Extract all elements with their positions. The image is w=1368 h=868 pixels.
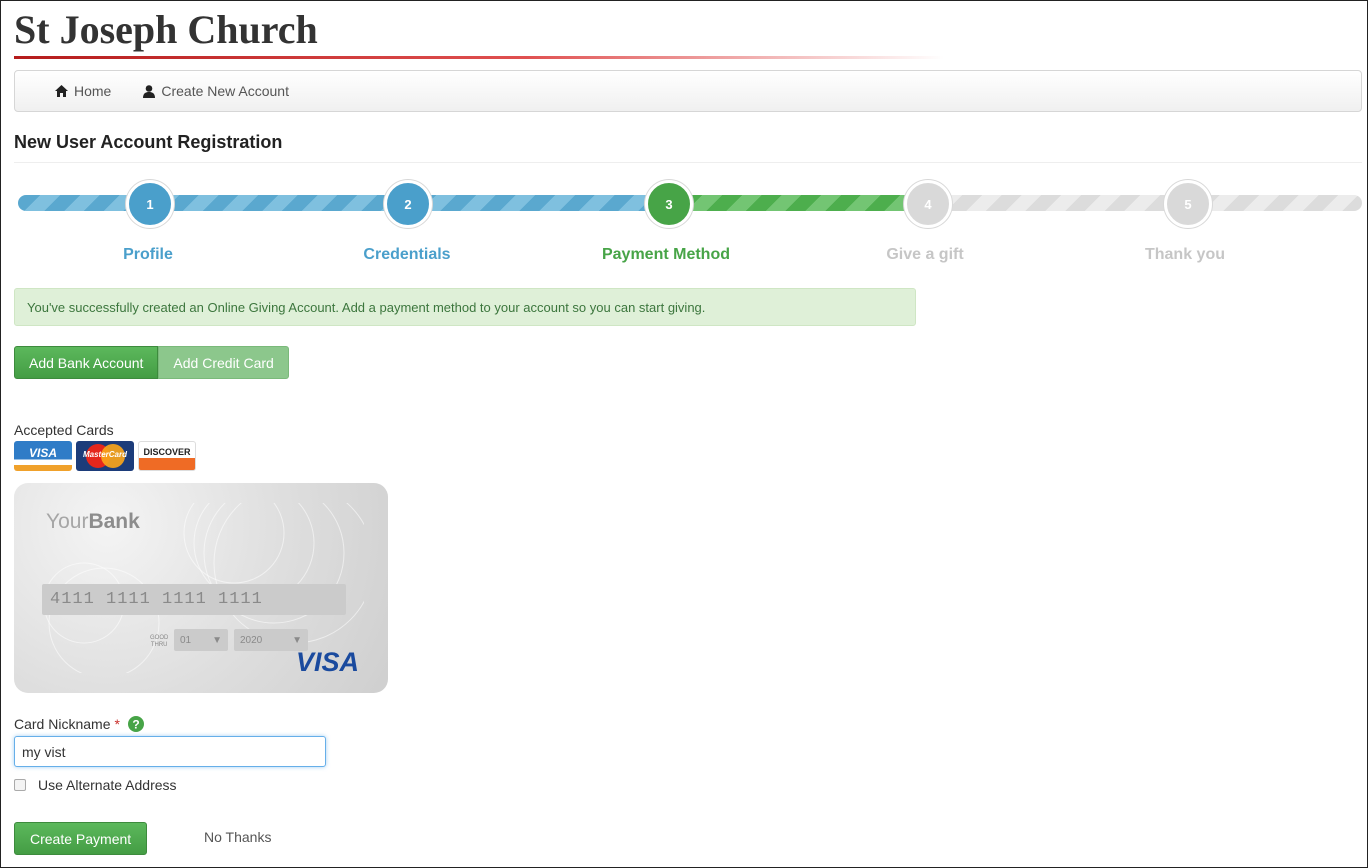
registration-wizard: 1 2 3 4 5 Profile Credentials Payment Me…: [18, 180, 1362, 270]
user-icon: [143, 84, 156, 98]
no-thanks-link[interactable]: No Thanks: [204, 829, 271, 845]
alternate-address-row[interactable]: Use Alternate Address: [14, 777, 177, 793]
wizard-step-5-label: Thank you: [1144, 246, 1225, 263]
card-number-field[interactable]: 4111 1111 1111 1111: [42, 584, 346, 615]
page-heading: New User Account Registration: [14, 132, 283, 152]
card-nickname-label: Card Nickname * ?: [14, 716, 144, 732]
accepted-cards-logos: VISA MasterCard DISCOVER: [14, 441, 196, 471]
payment-type-tabs: Add Bank Account Add Credit Card: [14, 346, 289, 379]
wizard-step-5: 5: [1164, 180, 1212, 228]
visa-logo: VISA: [14, 441, 72, 471]
wizard-step-4: 4: [904, 180, 952, 228]
title-divider: [14, 56, 944, 59]
chevron-down-icon: ▼: [292, 634, 302, 646]
nav-create-account-label: Create New Account: [161, 83, 289, 99]
wizard-step-3: 3: [645, 180, 693, 228]
wizard-track-active: [658, 195, 924, 211]
wizard-step-1: 1: [126, 180, 174, 228]
help-icon[interactable]: ?: [127, 716, 144, 732]
wizard-track-pending: [924, 195, 1362, 211]
add-bank-account-button[interactable]: Add Bank Account: [14, 346, 159, 379]
success-alert: You've successfully created an Online Gi…: [14, 288, 916, 326]
required-marker: *: [114, 716, 120, 732]
card-nickname-input[interactable]: [14, 736, 326, 767]
expiry-month-select[interactable]: 01 ▼: [174, 629, 228, 651]
discover-logo: DISCOVER: [138, 441, 196, 471]
alternate-address-label: Use Alternate Address: [38, 777, 177, 793]
credit-card-preview: YourBank 4111 1111 1111 1111 GOOD THRU 01…: [14, 483, 388, 693]
nav-home-label: Home: [74, 83, 112, 99]
site-title: St Joseph Church: [14, 7, 318, 52]
wizard-track-completed: [18, 195, 658, 211]
mastercard-logo: MasterCard: [76, 441, 134, 471]
chevron-down-icon: ▼: [212, 634, 222, 646]
heading-divider: [14, 162, 1362, 163]
good-thru-label: GOOD THRU: [150, 635, 169, 648]
card-brand-logo: VISA: [296, 647, 360, 677]
nav-create-account-link[interactable]: Create New Account: [143, 83, 289, 99]
wizard-step-4-label: Give a gift: [886, 246, 964, 263]
wizard-step-3-label: Payment Method: [601, 246, 730, 263]
wizard-step-2-label: Credentials: [363, 246, 451, 263]
nav-home-link[interactable]: Home: [55, 83, 111, 99]
home-icon: [55, 85, 68, 97]
alternate-address-checkbox[interactable]: [14, 779, 26, 791]
wizard-step-1-label: Profile: [123, 246, 173, 263]
add-credit-card-button[interactable]: Add Credit Card: [158, 346, 289, 379]
card-bank-name: YourBank: [46, 510, 140, 533]
wizard-step-2: 2: [384, 180, 432, 228]
accepted-cards-label: Accepted Cards: [14, 422, 114, 438]
create-payment-button[interactable]: Create Payment: [14, 822, 148, 855]
svg-text:?: ?: [132, 718, 139, 732]
top-navbar: Home Create New Account: [14, 70, 1362, 112]
